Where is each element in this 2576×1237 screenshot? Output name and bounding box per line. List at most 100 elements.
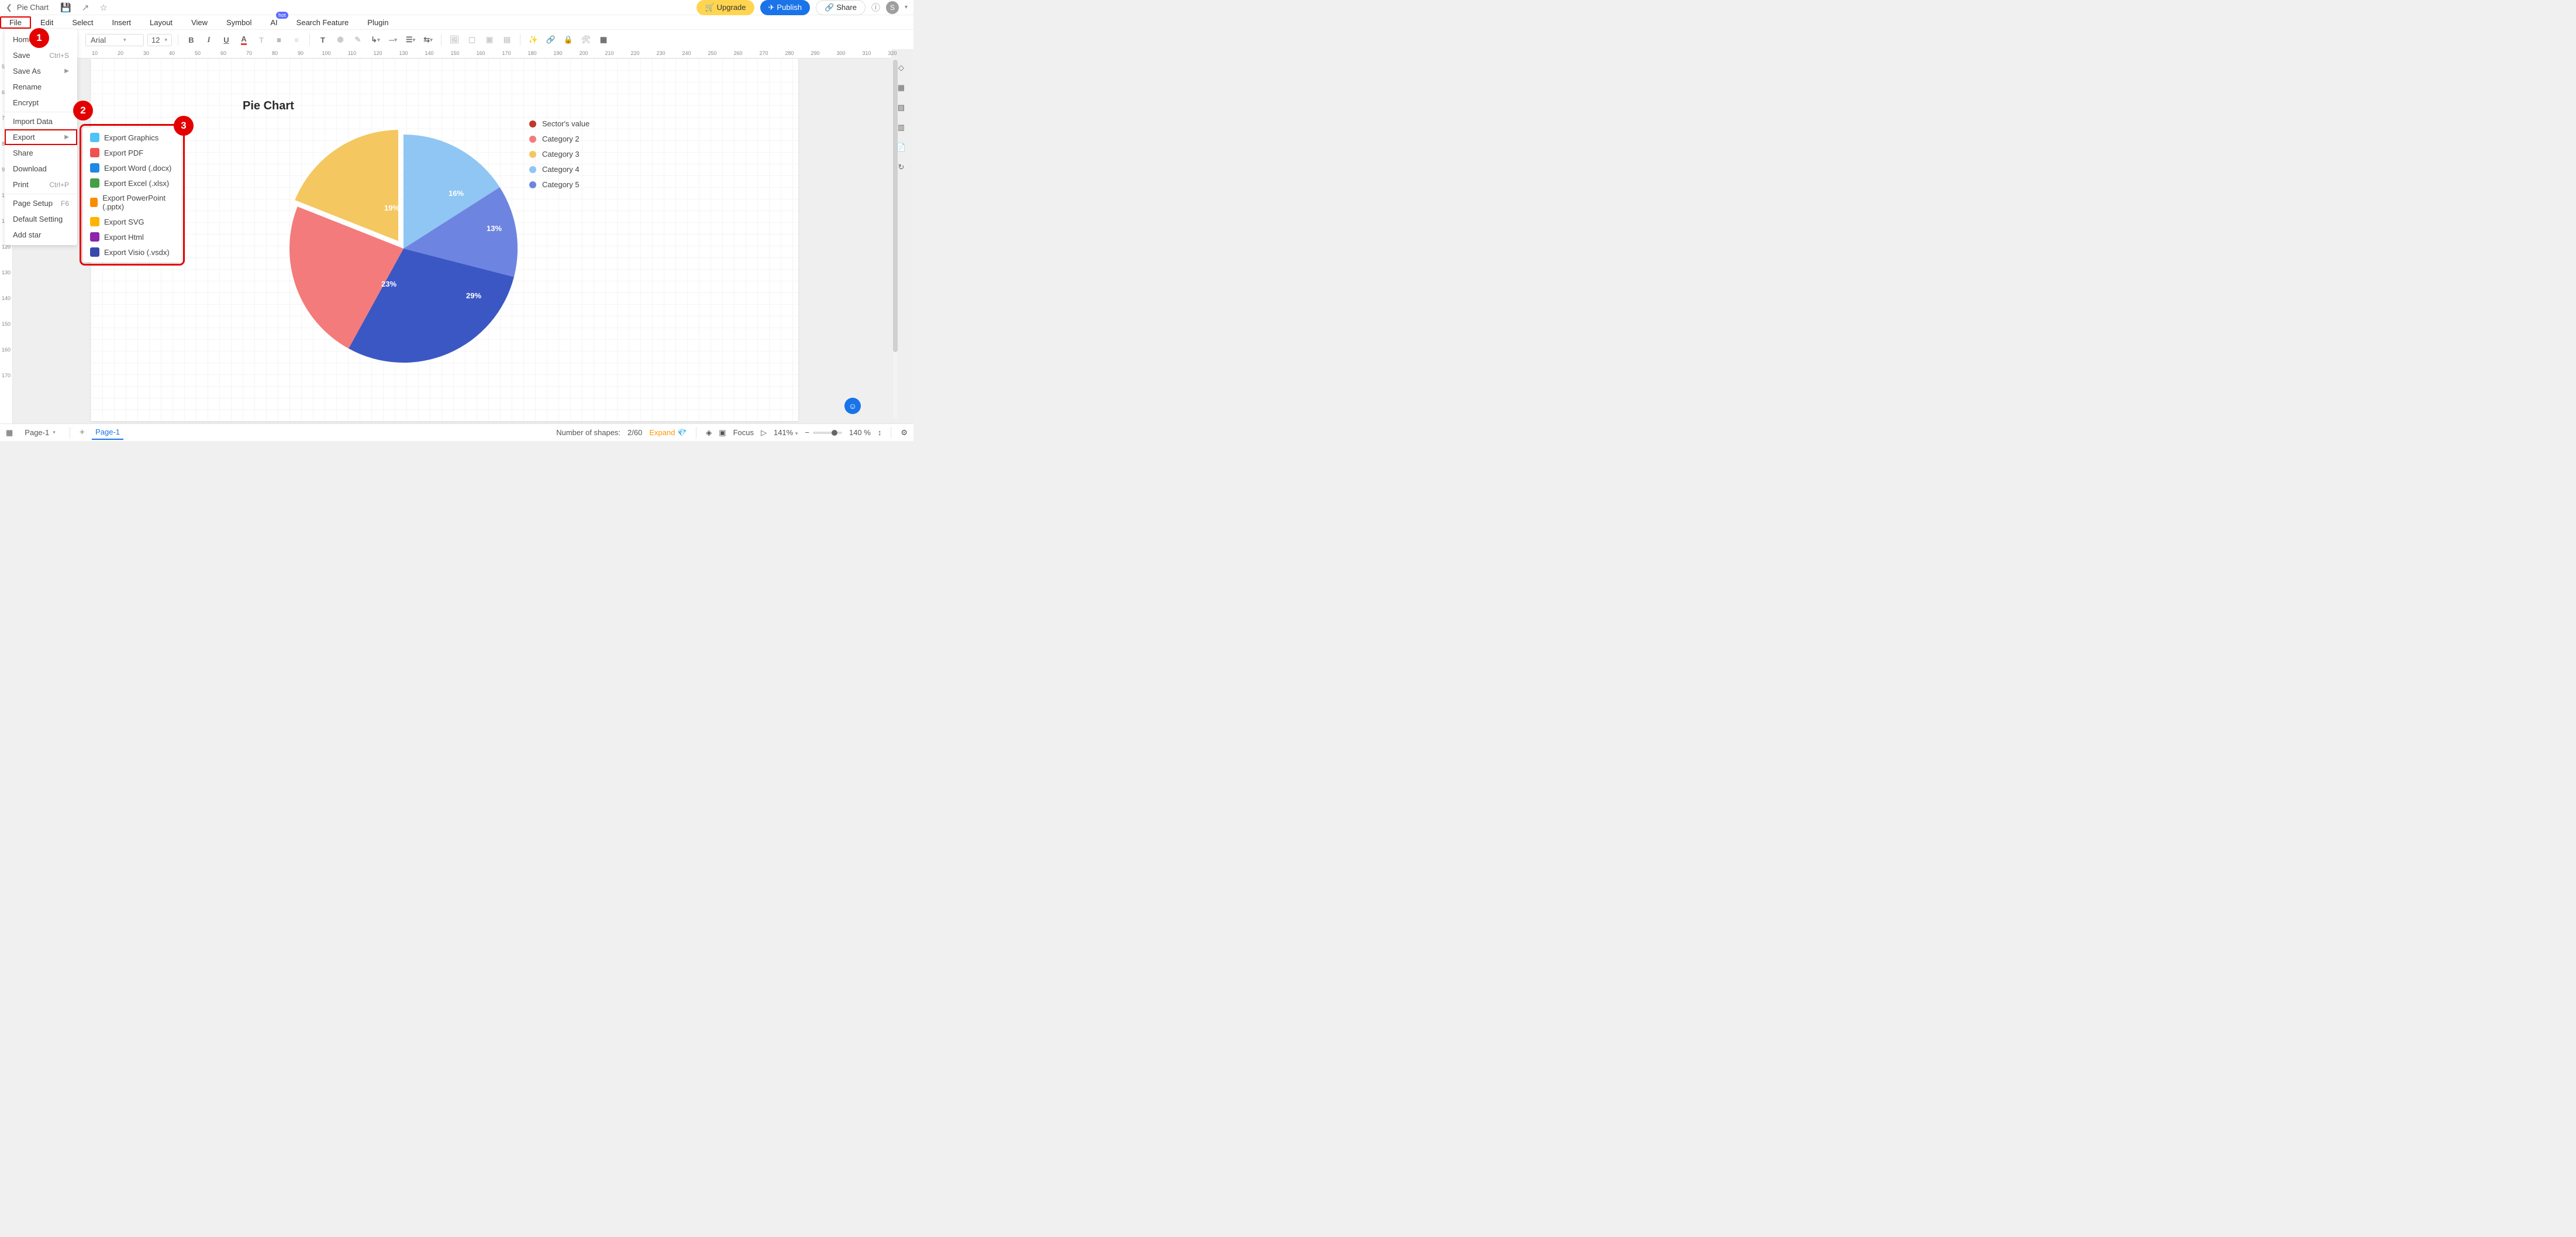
ruler-tick: 140 — [2, 295, 11, 301]
tools-button[interactable]: 🛠 — [579, 33, 593, 47]
shortcut-label: Ctrl+S — [49, 51, 69, 60]
menu-select[interactable]: Select — [63, 16, 102, 29]
shapes-count-value: 2/60 — [627, 428, 642, 437]
file-menu-item[interactable]: Default Setting — [5, 211, 77, 227]
pie-chart[interactable]: Pie Chart 16% — [243, 99, 687, 404]
file-menu-item[interactable]: SaveCtrl+S — [5, 47, 77, 63]
settings-icon[interactable]: ⚙ — [901, 428, 908, 437]
upgrade-button[interactable]: 🛒 Upgrade — [696, 0, 754, 15]
align-shapes-button[interactable]: ▤ — [500, 33, 514, 47]
bold-button[interactable]: B — [184, 33, 198, 47]
menu-view[interactable]: View — [182, 16, 217, 29]
align-button[interactable]: ≡ — [272, 33, 286, 47]
export-menu-item[interactable]: Export Excel (.xlsx) — [83, 175, 181, 191]
menu-label: Symbol — [226, 18, 251, 27]
document-icon[interactable]: 📄 — [896, 143, 906, 152]
file-menu-item[interactable]: Save As▶ — [5, 63, 77, 79]
zoom-out-icon[interactable]: − — [805, 428, 809, 437]
effects-button[interactable]: ✨ — [526, 33, 540, 47]
chart-legend: Sector's valueCategory 2Category 3Catego… — [529, 119, 589, 195]
publish-button[interactable]: ✈ Publish — [760, 0, 811, 15]
pie-svg: 16% 13% 29% 23% 19% — [284, 117, 523, 380]
avatar[interactable]: S — [886, 1, 899, 14]
menu-layout[interactable]: Layout — [140, 16, 182, 29]
fill-button[interactable]: ⬢ — [333, 33, 347, 47]
layers-toggle-icon[interactable]: ◈ — [706, 428, 712, 437]
arrow-style-button[interactable]: ⇆▾ — [421, 33, 435, 47]
pages-icon[interactable]: ▦ — [6, 428, 13, 437]
right-panel: ◇ ▦ ▨ ▥ 📄 ↻ — [891, 58, 911, 172]
italic-button[interactable]: I — [202, 33, 216, 47]
zoom-slider[interactable]: − — [805, 428, 842, 437]
underline-button[interactable]: U — [219, 33, 233, 47]
play-icon[interactable]: ▷ — [761, 428, 767, 437]
callout-3: 3 — [174, 116, 194, 136]
text-tool-button[interactable]: T — [316, 33, 330, 47]
share-button[interactable]: 🔗 Share — [816, 0, 865, 15]
menu-symbol[interactable]: Symbol — [217, 16, 261, 29]
menu-edit[interactable]: Edit — [31, 16, 63, 29]
menu-ai[interactable]: AIhot — [261, 16, 287, 29]
line-weight-button[interactable]: ☰▾ — [404, 33, 418, 47]
group-button[interactable]: ▣ — [482, 33, 496, 47]
focus-icon[interactable]: ▣ — [719, 428, 726, 437]
page-tab[interactable]: Page-1 — [92, 425, 123, 440]
connector-button[interactable]: ↳▾ — [368, 33, 382, 47]
menu-insert[interactable]: Insert — [103, 16, 141, 29]
file-menu-item[interactable]: Page SetupF6 — [5, 195, 77, 211]
export-menu-item[interactable]: Export Word (.docx) — [83, 160, 181, 175]
export-menu-item[interactable]: Export SVG — [83, 214, 181, 229]
export-menu-item[interactable]: Export PowerPoint (.pptx) — [83, 191, 181, 214]
table-button[interactable]: ▦ — [596, 33, 611, 47]
lock-button[interactable]: 🔒 — [561, 33, 575, 47]
fill-tool-icon[interactable]: ◇ — [898, 63, 904, 73]
filetype-icon — [90, 217, 99, 226]
file-menu-item[interactable]: PrintCtrl+P — [5, 177, 77, 192]
menu-search-feature[interactable]: Search Feature — [287, 16, 358, 29]
page-selector[interactable]: Page-1▾ — [20, 427, 60, 438]
pen-button[interactable]: ✎ — [351, 33, 365, 47]
file-menu-item[interactable]: Export▶ — [5, 129, 77, 145]
file-menu-item[interactable]: Rename — [5, 79, 77, 95]
external-link-icon[interactable]: ↗ — [82, 2, 89, 13]
back-icon[interactable]: ❮ — [6, 3, 12, 12]
history-icon[interactable]: ↻ — [898, 163, 905, 172]
export-menu-item[interactable]: Export PDF — [83, 145, 181, 160]
help-icon[interactable]: ⓘ — [871, 1, 880, 13]
fit-icon[interactable]: ↕ — [878, 428, 882, 437]
line-spacing-button[interactable]: ≡ — [289, 33, 304, 47]
export-menu-item[interactable]: Export Html — [83, 229, 181, 244]
font-select[interactable]: Arial▾ — [85, 34, 144, 46]
avatar-dropdown-icon[interactable]: ▾ — [905, 4, 908, 11]
image-button[interactable]: 🖼 — [447, 33, 461, 47]
canvas-paper[interactable]: Pie Chart 16% — [91, 58, 798, 421]
size-select[interactable]: 12▾ — [147, 34, 172, 46]
presentation-icon[interactable]: ▥ — [898, 123, 905, 132]
menu-file[interactable]: File — [0, 16, 31, 29]
text-vertical-button[interactable]: T — [254, 33, 268, 47]
file-menu-item[interactable]: Download — [5, 161, 77, 177]
file-menu-item[interactable]: Share — [5, 145, 77, 161]
export-menu-item[interactable]: Export Graphics — [83, 130, 181, 145]
expand-button[interactable]: Expand 💎 — [649, 428, 687, 437]
font-color-button[interactable]: A — [237, 33, 251, 47]
file-menu-item[interactable]: Import Data — [5, 113, 77, 129]
assistant-bot-icon[interactable]: ☺ — [844, 398, 861, 414]
line-style-button[interactable]: ─▾ — [386, 33, 400, 47]
export-menu-item[interactable]: Export Visio (.vsdx) — [83, 244, 181, 260]
ruler-tick: 100 — [322, 50, 330, 56]
file-menu-item[interactable]: Add star — [5, 227, 77, 243]
shapes-icon[interactable]: ▨ — [898, 103, 905, 112]
zoom-select[interactable]: 141% ▾ — [774, 428, 798, 437]
save-icon[interactable]: 💾 — [60, 2, 71, 13]
share-icon: 🔗 — [825, 3, 834, 12]
crop-button[interactable]: ▢ — [465, 33, 479, 47]
star-icon[interactable]: ☆ — [99, 2, 107, 13]
ruler-tick: 80 — [272, 50, 278, 56]
layers-icon[interactable]: ▦ — [898, 83, 905, 92]
link-button[interactable]: 🔗 — [544, 33, 558, 47]
font-name: Arial — [91, 36, 106, 44]
add-page-button[interactable]: + — [80, 428, 85, 438]
file-menu-item[interactable]: Encrypt — [5, 95, 77, 111]
menu-plugin[interactable]: Plugin — [358, 16, 398, 29]
